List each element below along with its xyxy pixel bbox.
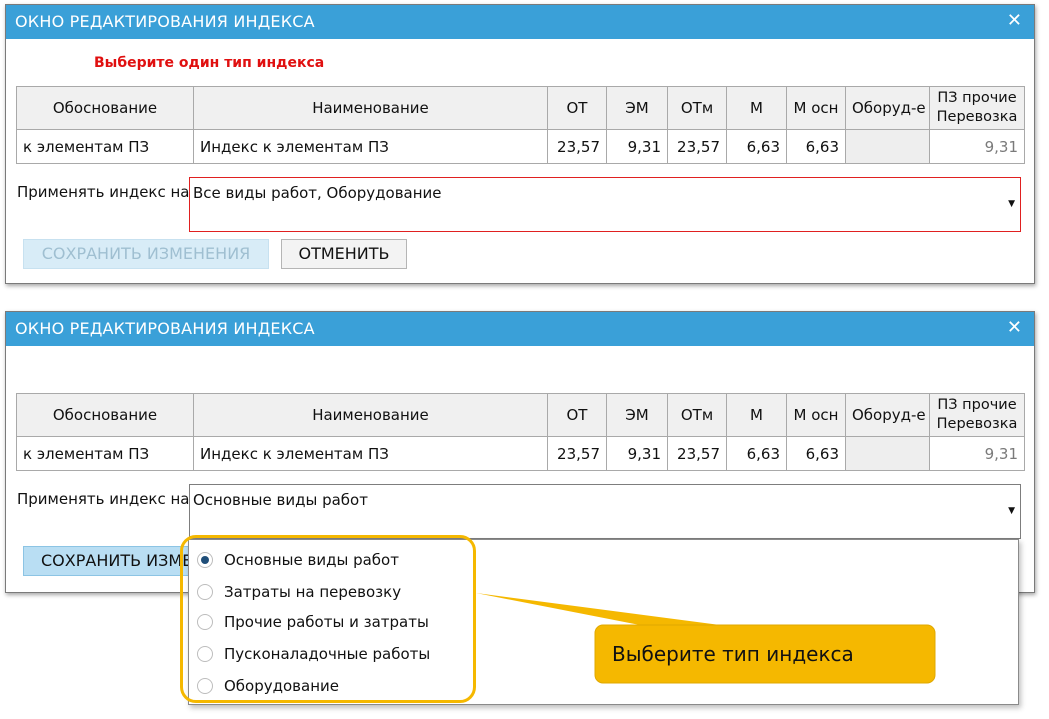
index-edit-window-1: ОКНО РЕДАКТИРОВАНИЯ ИНДЕКСА ✕ Выберите о… (5, 4, 1035, 284)
column-header[interactable]: ОТм (667, 393, 727, 437)
table-row[interactable]: к элементам ПЗ Индекс к элементам ПЗ 23,… (16, 129, 1025, 164)
index-table: Обоснование Наименование ОТ ЭМ ОТм М М о… (16, 393, 1025, 471)
window-title: ОКНО РЕДАКТИРОВАНИЯ ИНДЕКСА (15, 319, 315, 338)
column-header[interactable]: ЭМ (606, 86, 668, 130)
cancel-button[interactable]: ОТМЕНИТЬ (281, 239, 407, 269)
option-label: Прочие работы и затраты (224, 613, 429, 631)
column-header[interactable]: М осн (786, 86, 846, 130)
cell-name[interactable]: Индекс к элементам ПЗ (193, 129, 548, 164)
column-header[interactable]: М осн (786, 393, 846, 437)
chevron-down-icon[interactable]: ▼ (1008, 506, 1015, 516)
apply-index-select[interactable]: Все виды работ, Оборудование ▼ (189, 177, 1021, 232)
callout-text: Выберите тип индекса (612, 642, 854, 666)
table-header-row: Обоснование Наименование ОТ ЭМ ОТм М М о… (16, 393, 1025, 437)
apply-index-select[interactable]: Основные виды работ ▼ (189, 484, 1021, 539)
cell-equipment (845, 129, 930, 164)
column-header[interactable]: ЭМ (606, 393, 668, 437)
cell-otm[interactable]: 23,57 (667, 436, 727, 471)
option-label: Оборудование (224, 677, 339, 695)
column-header[interactable]: Оборуд-е (845, 393, 930, 437)
cell-m[interactable]: 6,63 (726, 129, 787, 164)
cell-m-osn[interactable]: 6,63 (786, 129, 846, 164)
column-header[interactable]: Наименование (193, 86, 548, 130)
column-header[interactable]: ПЗ прочие Перевозка (929, 86, 1025, 130)
cell-em[interactable]: 9,31 (606, 129, 668, 164)
apply-index-label: Применять индекс на: (17, 490, 195, 508)
apply-index-value: Основные виды работ (193, 491, 368, 509)
cell-ot[interactable]: 23,57 (547, 436, 607, 471)
cell-m-osn[interactable]: 6,63 (786, 436, 846, 471)
column-header[interactable]: ОТ (547, 393, 607, 437)
option-commissioning-works[interactable]: Пусконаладочные работы (197, 641, 430, 667)
cell-justification[interactable]: к элементам ПЗ (16, 436, 194, 471)
cell-otm[interactable]: 23,57 (667, 129, 727, 164)
close-icon[interactable]: ✕ (1007, 317, 1022, 338)
radio-icon[interactable] (197, 678, 213, 694)
option-other-works[interactable]: Прочие работы и затраты (197, 609, 429, 635)
window-title: ОКНО РЕДАКТИРОВАНИЯ ИНДЕКСА (15, 12, 315, 31)
table-row[interactable]: к элементам ПЗ Индекс к элементам ПЗ 23,… (16, 436, 1025, 471)
cell-equipment (845, 436, 930, 471)
save-changes-button[interactable]: СОХРАНИТЬ ИЗМЕНЕНИЯ (23, 239, 269, 269)
cell-em[interactable]: 9,31 (606, 436, 668, 471)
column-header[interactable]: Оборуд-е (845, 86, 930, 130)
validation-warning: Выберите один тип индекса (94, 55, 325, 71)
radio-icon[interactable] (197, 646, 213, 662)
cell-name[interactable]: Индекс к элементам ПЗ (193, 436, 548, 471)
apply-index-value: Все виды работ, Оборудование (193, 184, 442, 202)
cell-pz-other: 9,31 (929, 129, 1025, 164)
close-icon[interactable]: ✕ (1007, 10, 1022, 31)
column-header[interactable]: ОТ (547, 86, 607, 130)
column-header[interactable]: Обоснование (16, 393, 194, 437)
column-header[interactable]: Наименование (193, 393, 548, 437)
table-header-row: Обоснование Наименование ОТ ЭМ ОТм М М о… (16, 86, 1025, 130)
window-titlebar: ОКНО РЕДАКТИРОВАНИЯ ИНДЕКСА ✕ (6, 312, 1034, 346)
column-header[interactable]: ПЗ прочие Перевозка (929, 393, 1025, 437)
column-header[interactable]: ОТм (667, 86, 727, 130)
radio-icon[interactable] (197, 584, 213, 600)
option-label: Основные виды работ (224, 551, 399, 569)
column-header[interactable]: М (726, 86, 787, 130)
apply-index-label: Применять индекс на: (17, 183, 195, 201)
index-table: Обоснование Наименование ОТ ЭМ ОТм М М о… (16, 86, 1025, 164)
radio-icon[interactable] (197, 614, 213, 630)
cell-ot[interactable]: 23,57 (547, 129, 607, 164)
cell-m[interactable]: 6,63 (726, 436, 787, 471)
column-header[interactable]: М (726, 393, 787, 437)
option-label: Затраты на перевозку (224, 583, 402, 601)
option-transport-costs[interactable]: Затраты на перевозку (197, 579, 401, 605)
cell-pz-other: 9,31 (929, 436, 1025, 471)
column-header[interactable]: Обоснование (16, 86, 194, 130)
chevron-down-icon[interactable]: ▼ (1008, 199, 1015, 209)
cell-justification[interactable]: к элементам ПЗ (16, 129, 194, 164)
option-label: Пусконаладочные работы (224, 645, 431, 663)
option-equipment[interactable]: Оборудование (197, 673, 339, 699)
option-main-works[interactable]: Основные виды работ (197, 547, 399, 573)
window-titlebar: ОКНО РЕДАКТИРОВАНИЯ ИНДЕКСА ✕ (6, 5, 1034, 39)
radio-selected-icon[interactable] (197, 552, 213, 568)
